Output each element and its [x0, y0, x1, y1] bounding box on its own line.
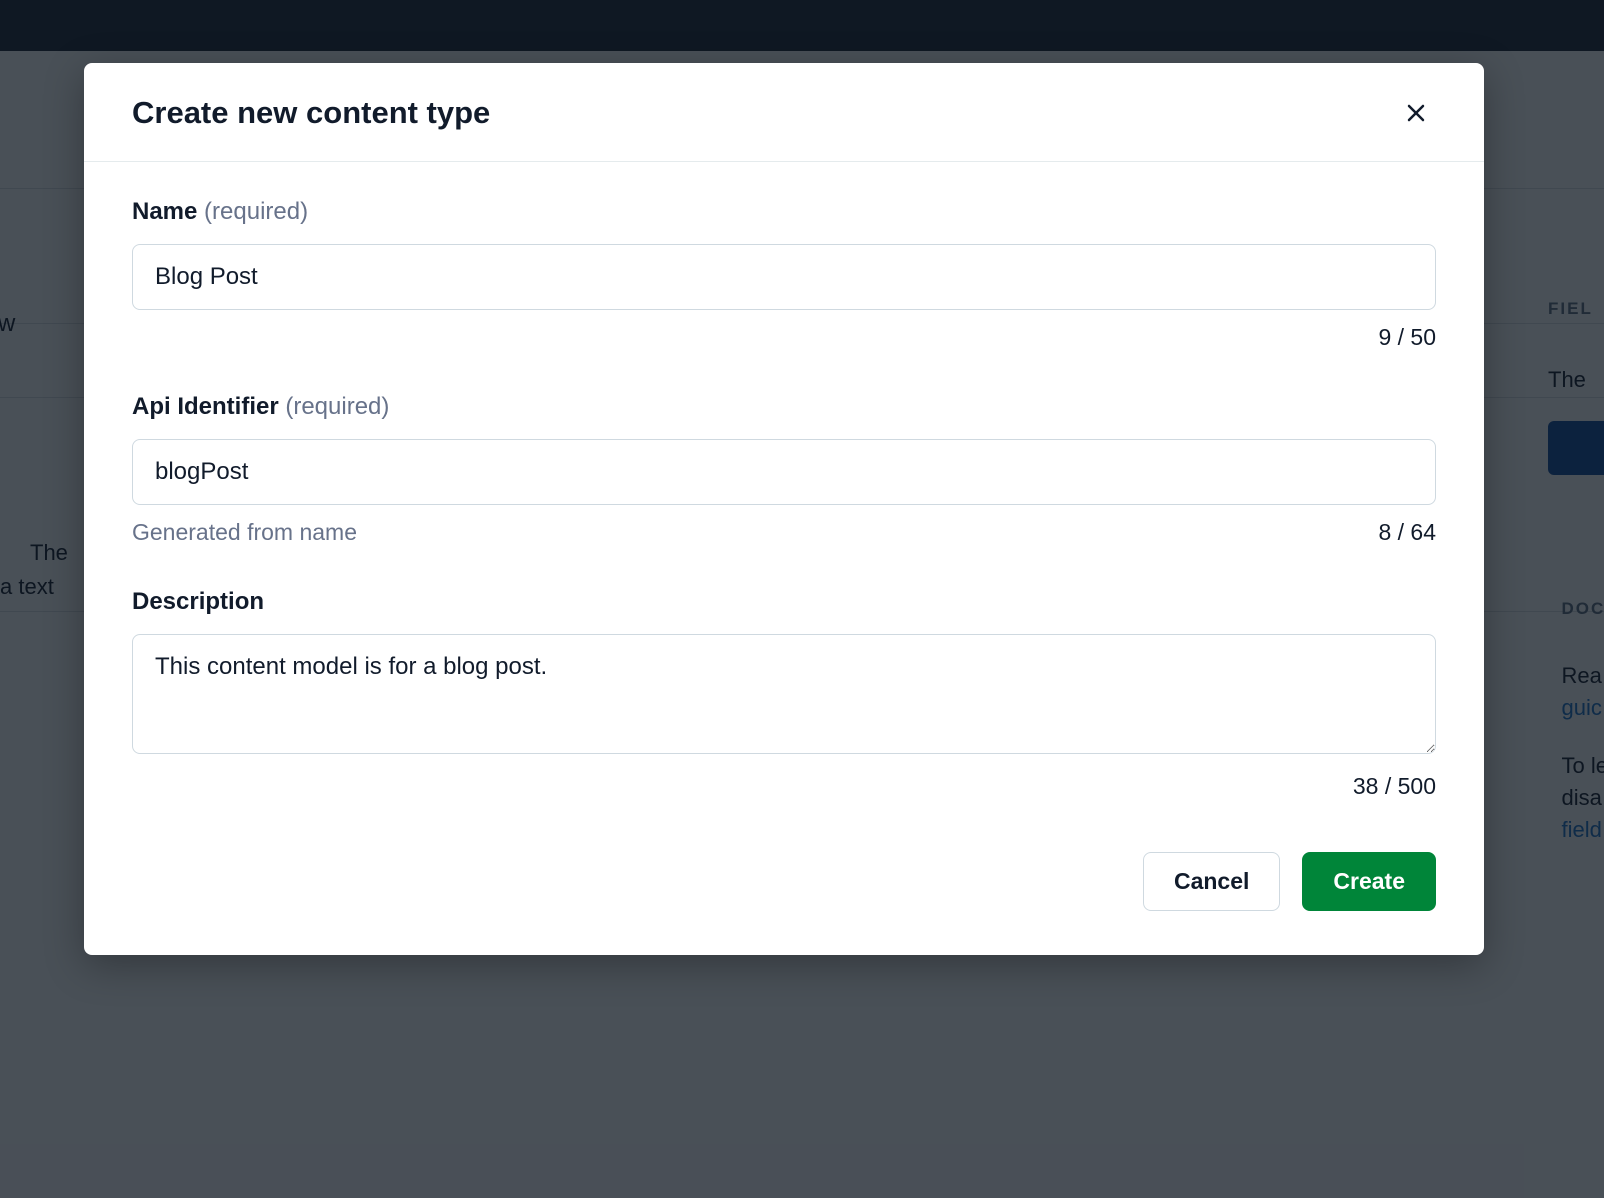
description-field-group: Description 38 / 500	[132, 588, 1436, 800]
api-identifier-label-text: Api Identifier	[132, 393, 279, 420]
modal-body: Name (required) 9 / 50 Api Identifier (r…	[84, 162, 1484, 830]
modal-footer: Cancel Create	[84, 830, 1484, 955]
required-tag: (required)	[285, 393, 389, 420]
name-input[interactable]	[132, 244, 1436, 310]
create-content-type-modal: Create new content type Name (required) …	[84, 63, 1484, 955]
modal-title: Create new content type	[132, 95, 490, 131]
close-icon	[1404, 101, 1428, 125]
description-label: Description	[132, 588, 1436, 616]
api-identifier-label: Api Identifier (required)	[132, 393, 1436, 421]
name-label-text: Name	[132, 198, 197, 225]
description-label-text: Description	[132, 588, 264, 615]
cancel-button[interactable]: Cancel	[1143, 852, 1280, 911]
api-identifier-field-group: Api Identifier (required) Generated from…	[132, 393, 1436, 546]
api-identifier-helper: Generated from name	[132, 519, 357, 546]
top-navbar	[0, 0, 1604, 51]
api-identifier-char-count: 8 / 64	[1378, 519, 1436, 546]
close-button[interactable]	[1396, 93, 1436, 133]
name-char-count: 9 / 50	[1378, 324, 1436, 351]
api-identifier-input[interactable]	[132, 439, 1436, 505]
create-button[interactable]: Create	[1302, 852, 1436, 911]
required-tag: (required)	[204, 198, 308, 225]
name-label: Name (required)	[132, 198, 1436, 226]
description-char-count: 38 / 500	[1353, 773, 1436, 800]
name-field-group: Name (required) 9 / 50	[132, 198, 1436, 351]
description-input[interactable]	[132, 634, 1436, 754]
api-identifier-footer: Generated from name 8 / 64	[132, 519, 1436, 546]
description-footer: 38 / 500	[132, 773, 1436, 800]
name-footer: 9 / 50	[132, 324, 1436, 351]
modal-header: Create new content type	[84, 63, 1484, 162]
